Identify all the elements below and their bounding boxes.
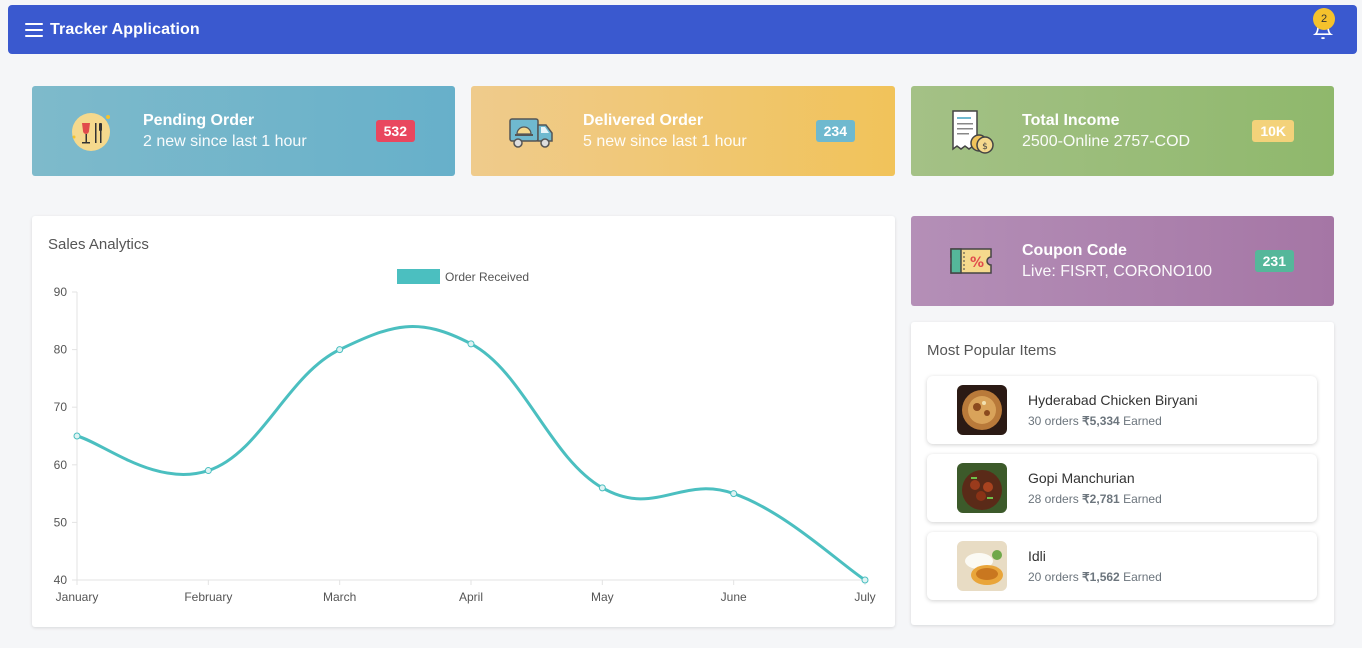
stat-card-coupon-code[interactable]: % Coupon Code Live: FISRT, CORONO100 231 xyxy=(911,216,1334,306)
item-earned: Earned xyxy=(1123,570,1162,584)
stat-badge: 234 xyxy=(815,120,855,142)
popular-item[interactable]: Hyderabad Chicken Biryani 30 orders ₹5,3… xyxy=(927,376,1317,444)
stat-subtitle: 2 new since last 1 hour xyxy=(143,132,307,150)
popular-item[interactable]: Gopi Manchurian 28 orders ₹2,781 Earned xyxy=(927,454,1317,522)
stat-title: Delivered Order xyxy=(583,111,704,129)
item-orders: 28 orders xyxy=(1028,492,1079,506)
idli-image xyxy=(957,541,1007,591)
item-earned: Earned xyxy=(1123,492,1162,506)
stat-badge: 231 xyxy=(1254,250,1294,272)
item-name: Gopi Manchurian xyxy=(1028,470,1135,486)
item-amount: ₹2,781 xyxy=(1082,492,1120,506)
popular-item[interactable]: Idli 20 orders ₹1,562 Earned xyxy=(927,532,1317,600)
item-amount: ₹1,562 xyxy=(1082,570,1120,584)
card-title: Sales Analytics xyxy=(48,236,149,253)
item-meta: 20 orders ₹1,562 Earned xyxy=(1028,570,1162,584)
stat-card-pending-order[interactable]: Pending Order 2 new since last 1 hour 53… xyxy=(32,86,455,176)
item-name: Idli xyxy=(1028,548,1046,564)
stat-card-delivered-order[interactable]: Delivered Order 5 new since last 1 hour … xyxy=(471,86,895,176)
stat-subtitle: 5 new since last 1 hour xyxy=(583,132,747,150)
stat-subtitle: Live: FISRT, CORONO100 xyxy=(1022,262,1212,280)
chart-legend[interactable]: Order Received xyxy=(397,269,529,284)
stat-badge: 532 xyxy=(375,120,415,142)
delivery-truck-icon xyxy=(509,118,553,148)
wine-dinner-icon xyxy=(72,113,110,151)
menu-icon[interactable] xyxy=(25,22,43,37)
svg-text:%: % xyxy=(970,255,984,271)
receipt-coins-icon: $ xyxy=(952,110,994,154)
stat-card-total-income[interactable]: $ Total Income 2500-Online 2757-COD 10K xyxy=(911,86,1334,176)
item-orders: 20 orders xyxy=(1028,570,1079,584)
item-meta: 30 orders ₹5,334 Earned xyxy=(1028,414,1198,428)
stat-title: Pending Order xyxy=(143,111,255,129)
item-amount: ₹5,334 xyxy=(1082,414,1120,428)
stat-title: Total Income xyxy=(1022,111,1120,129)
item-orders: 30 orders xyxy=(1028,414,1079,428)
stat-badge: 10K xyxy=(1252,120,1294,142)
item-name: Hyderabad Chicken Biryani xyxy=(1028,392,1198,408)
card-title: Most Popular Items xyxy=(927,342,1057,359)
notification-badge[interactable]: 2 xyxy=(1313,8,1335,30)
legend-label: Order Received xyxy=(445,269,530,284)
app-title: Tracker Application xyxy=(50,20,200,38)
coupon-icon: % xyxy=(950,248,992,274)
biryani-image xyxy=(957,385,1007,435)
item-earned: Earned xyxy=(1123,414,1162,428)
stat-subtitle: 2500-Online 2757-COD xyxy=(1022,132,1191,150)
stat-title: Coupon Code xyxy=(1022,241,1127,259)
item-meta: 28 orders ₹2,781 Earned xyxy=(1028,492,1162,506)
svg-text:$: $ xyxy=(982,142,988,152)
top-navbar: Tracker Application xyxy=(8,5,1357,54)
manchurian-image xyxy=(957,463,1007,513)
legend-swatch xyxy=(397,269,440,284)
